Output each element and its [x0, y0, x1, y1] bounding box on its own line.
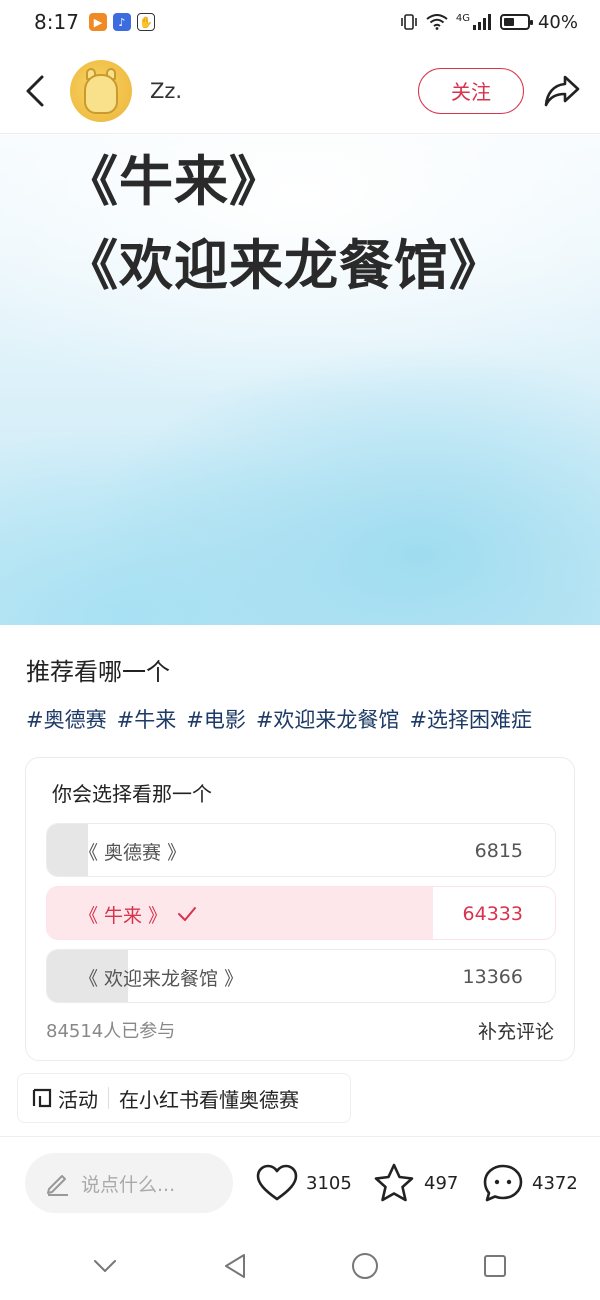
battery-icon	[499, 14, 533, 30]
divider	[0, 1136, 600, 1137]
post-header: Zz. 关注	[0, 48, 600, 134]
pencil-icon	[47, 1175, 68, 1196]
nav-home-button[interactable]	[335, 1236, 395, 1296]
poll-option-label: 《 奥德赛 》	[79, 841, 187, 864]
chevron-down-icon	[94, 1260, 116, 1272]
comment-button[interactable]: 4372	[482, 1153, 578, 1213]
vibrate-icon	[401, 14, 417, 30]
follow-button[interactable]: 关注	[418, 67, 524, 114]
post-image[interactable]: 《牛来》 《欢迎来龙餐馆》	[0, 135, 600, 625]
music-app-icon: ♪	[112, 13, 131, 31]
poll-option-label: 《 欢迎来龙餐馆 》	[79, 967, 244, 990]
share-button[interactable]	[524, 48, 600, 134]
comment-input[interactable]: 说点什么...	[25, 1153, 233, 1213]
square-recents-icon	[484, 1255, 506, 1277]
triangle-back-icon	[225, 1254, 245, 1278]
back-arrow-icon	[26, 75, 44, 106]
favorite-count: 497	[424, 1172, 459, 1194]
comment-placeholder: 说点什么...	[81, 1173, 176, 1196]
avatar[interactable]	[70, 59, 132, 122]
tag-link[interactable]: #欢迎来龙餐馆	[256, 704, 400, 734]
heart-icon	[256, 1164, 298, 1201]
signal-icon	[472, 14, 491, 30]
image-text-line-1: 《牛来》	[64, 150, 284, 213]
post-title: 推荐看哪一个	[26, 658, 170, 686]
like-button[interactable]: 3105	[256, 1153, 352, 1213]
like-count: 3105	[306, 1172, 352, 1194]
poll-card: 你会选择看那一个 《 奥德赛 》 6815 《 牛来 》 64333 《 欢迎来…	[25, 757, 575, 1061]
poll-option-selected[interactable]: 《 牛来 》 64333	[46, 886, 556, 940]
status-time: 8:17	[34, 10, 79, 34]
poll-option-count: 64333	[462, 903, 523, 925]
poll-option[interactable]: 《 欢迎来龙餐馆 》 13366	[46, 949, 556, 1003]
activity-banner[interactable]: 活动 在小红书看懂奥德赛	[17, 1073, 351, 1123]
tag-link[interactable]: #奥德赛	[26, 704, 107, 734]
favorite-button[interactable]: 497	[372, 1153, 458, 1213]
status-bar: 8:17 ▶ ♪ ✋ 4G 40%	[0, 0, 600, 44]
comment-bubble-icon	[483, 1164, 523, 1202]
hand-app-icon: ✋	[136, 13, 155, 31]
add-comment-link[interactable]: 补充评论	[478, 1017, 554, 1044]
tag-link[interactable]: #电影	[186, 704, 246, 734]
star-icon	[374, 1163, 414, 1202]
system-nav-bar	[0, 1232, 600, 1300]
activity-badge: 活动	[58, 1087, 98, 1112]
nav-back-button[interactable]	[205, 1236, 265, 1296]
poll-option-count: 6815	[474, 840, 523, 862]
username[interactable]: Zz.	[150, 79, 182, 103]
battery-percent: 40%	[537, 11, 578, 33]
tag-list: #奥德赛 #牛来 #电影 #欢迎来龙餐馆 #选择困难症	[26, 704, 532, 734]
poll-participants: 84514人已参与	[46, 1021, 176, 1042]
tag-link[interactable]: #选择困难症	[409, 704, 532, 734]
poll-question: 你会选择看那一个	[52, 782, 212, 806]
nav-recents-button[interactable]	[465, 1236, 525, 1296]
wifi-icon	[426, 14, 448, 30]
activity-text: 在小红书看懂奥德赛	[119, 1087, 299, 1112]
tag-link[interactable]: #牛来	[117, 704, 177, 734]
activity-icon	[32, 1088, 52, 1108]
video-app-icon: ▶	[88, 13, 107, 31]
nav-collapse-button[interactable]	[75, 1236, 135, 1296]
poll-option[interactable]: 《 奥德赛 》 6815	[46, 823, 556, 877]
poll-option-label: 《 牛来 》	[79, 904, 168, 927]
image-text-line-2: 《欢迎来龙餐馆》	[64, 234, 504, 297]
circle-home-icon	[352, 1253, 378, 1279]
back-button[interactable]	[0, 48, 70, 134]
network-type: 4G	[455, 12, 470, 24]
checkmark-icon	[178, 907, 197, 921]
share-icon	[544, 75, 580, 106]
poll-option-count: 13366	[462, 966, 523, 988]
comment-count: 4372	[532, 1172, 578, 1194]
